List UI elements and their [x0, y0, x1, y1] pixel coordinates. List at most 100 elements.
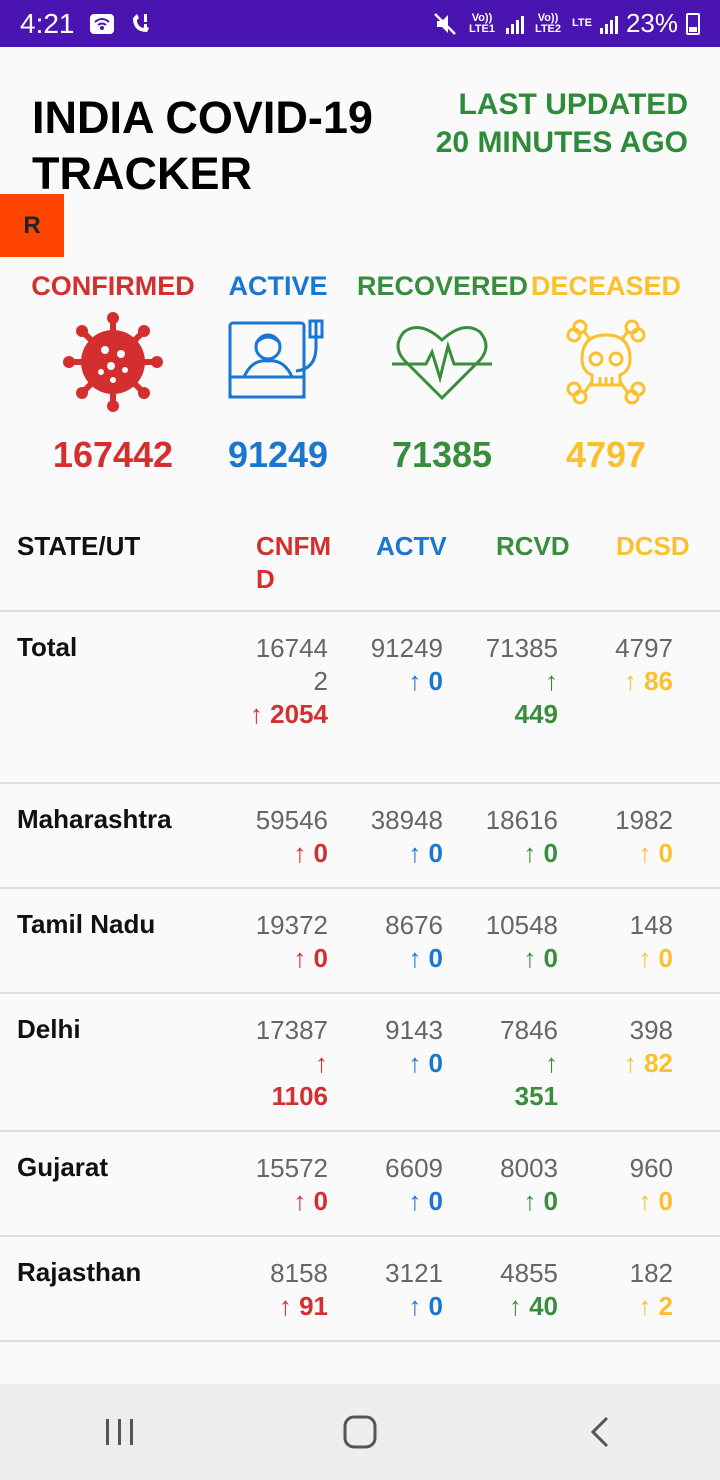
recents-icon	[106, 1419, 133, 1445]
confirmed-delta: ↑ 0	[293, 1186, 328, 1216]
home-button[interactable]	[320, 1402, 400, 1462]
confirmed-count: 19372	[255, 910, 328, 940]
skull-icon	[521, 312, 691, 412]
active-card: ACTIVE 91249	[193, 268, 363, 476]
recovered-label: RECOVERED	[357, 271, 529, 301]
confirmed-delta: ↑ 1106	[271, 1048, 328, 1111]
summary-section: CONFIRMED 167442 ACTIVE 91249 RECOVERED …	[0, 268, 720, 478]
active-delta: ↑ 0	[408, 1291, 443, 1321]
active-count: 9143	[385, 1015, 443, 1045]
recovered-cell: 8003 ↑ 0	[470, 1152, 558, 1218]
active-label: ACTIVE	[228, 271, 328, 301]
header-deceased: DCSD	[616, 531, 690, 561]
page-title: INDIA COVID-19 TRACKER	[32, 92, 373, 199]
confirmed-delta: ↑ 0	[293, 943, 328, 973]
table-row[interactable]: Delhi 17387 ↑ 1106 9143 ↑ 0 7846 ↑ 351 3…	[0, 994, 720, 1132]
state-table: Total 167442 ↑ 2054 91249 ↑ 0 71385 ↑ 44…	[0, 612, 720, 1342]
deceased-value: 4797	[565, 434, 647, 475]
heartbeat-icon	[357, 312, 527, 412]
active-count: 6609	[385, 1153, 443, 1183]
active-delta: ↑ 0	[408, 1186, 443, 1216]
confirmed-card: CONFIRMED 167442	[28, 268, 198, 476]
table-row[interactable]: Rajasthan 8158 ↑ 91 3121 ↑ 0 4855 ↑ 40 1…	[0, 1237, 720, 1342]
recovered-delta: ↑ 40	[508, 1291, 558, 1321]
hospital-bed-icon	[193, 312, 363, 412]
deceased-count: 398	[629, 1015, 673, 1045]
confirmed-label: CONFIRMED	[31, 271, 195, 301]
sim2-label: Vo)) LTE2	[534, 11, 562, 35]
active-delta: ↑ 0	[408, 1048, 443, 1078]
battery-percent: 23%	[625, 8, 678, 38]
active-cell: 91249 ↑ 0	[360, 632, 443, 698]
recovered-count: 8003	[500, 1153, 558, 1183]
deceased-delta: ↑ 86	[623, 666, 673, 696]
active-value: 91249	[227, 434, 329, 475]
active-cell: 38948 ↑ 0	[360, 804, 443, 870]
wifi-calling-icon	[89, 13, 115, 35]
status-time: 4:21	[20, 7, 75, 39]
confirmed-delta: ↑ 0	[293, 838, 328, 868]
recovered-cell: 7846 ↑ 351	[470, 1014, 558, 1113]
recovered-count: 18616	[485, 805, 558, 835]
recovered-cell: 18616 ↑ 0	[470, 804, 558, 870]
confirmed-cell: 17387 ↑ 1106	[246, 1014, 328, 1113]
header-active: ACTV	[376, 531, 447, 561]
deceased-delta: ↑ 0	[638, 1186, 673, 1216]
deceased-delta: ↑ 0	[638, 943, 673, 973]
state-name: Gujarat	[17, 1152, 109, 1182]
deceased-cell: 1982 ↑ 0	[590, 804, 673, 870]
confirmed-count: 167442	[255, 633, 328, 696]
recovered-cell: 10548 ↑ 0	[470, 909, 558, 975]
table-row[interactable]: Tamil Nadu 19372 ↑ 0 8676 ↑ 0 10548 ↑ 0 …	[0, 889, 720, 994]
confirmed-delta: ↑ 2054	[249, 699, 328, 729]
deceased-delta: ↑ 82	[623, 1048, 673, 1078]
active-count: 3121	[385, 1258, 443, 1288]
deceased-delta: ↑ 2	[638, 1291, 673, 1321]
recents-button[interactable]	[80, 1402, 160, 1462]
confirmed-value: 167442	[52, 434, 174, 475]
deceased-cell: 4797 ↑ 86	[590, 632, 673, 698]
mute-icon	[432, 11, 458, 37]
status-bar: 4:21 Vo)) LTE1 Vo)) LTE2 LTE 23%	[0, 0, 720, 47]
active-cell: 6609 ↑ 0	[360, 1152, 443, 1218]
home-icon	[343, 1415, 377, 1449]
back-button[interactable]	[560, 1402, 640, 1462]
active-cell: 8676 ↑ 0	[360, 909, 443, 975]
confirmed-cell: 8158 ↑ 91	[246, 1257, 328, 1323]
recovered-count: 71385	[485, 633, 558, 663]
system-nav-bar	[0, 1384, 720, 1480]
confirmed-cell: 59546 ↑ 0	[246, 804, 328, 870]
confirmed-count: 15572	[255, 1153, 328, 1183]
lte-label: LTE	[571, 17, 592, 29]
recovered-delta: ↑ 449	[514, 666, 558, 729]
recovered-cell: 4855 ↑ 40	[470, 1257, 558, 1323]
state-name: Rajasthan	[17, 1257, 142, 1287]
signal-icon	[599, 14, 618, 34]
table-row[interactable]: Gujarat 15572 ↑ 0 6609 ↑ 0 8003 ↑ 0 960 …	[0, 1132, 720, 1237]
refresh-button[interactable]: R	[0, 194, 64, 257]
virus-icon	[28, 312, 198, 412]
battery-icon	[686, 12, 700, 35]
active-cell: 9143 ↑ 0	[360, 1014, 443, 1080]
missed-call-icon	[129, 12, 153, 36]
active-count: 91249	[370, 633, 443, 663]
active-count: 38948	[370, 805, 443, 835]
header-recovered: RCVD	[496, 531, 570, 561]
signal-icon	[505, 14, 524, 34]
last-updated-text: LAST UPDATED 20 MINUTES AGO	[435, 88, 688, 159]
recovered-count: 7846	[500, 1015, 558, 1045]
recovered-value: 71385	[391, 434, 493, 475]
recovered-delta: ↑ 351	[514, 1048, 558, 1111]
table-row[interactable]: Total 167442 ↑ 2054 91249 ↑ 0 71385 ↑ 44…	[0, 612, 720, 784]
deceased-count: 960	[629, 1153, 673, 1183]
recovered-count: 4855	[500, 1258, 558, 1288]
deceased-count: 148	[629, 910, 673, 940]
deceased-count: 182	[629, 1258, 673, 1288]
confirmed-count: 8158	[270, 1258, 328, 1288]
deceased-delta: ↑ 0	[638, 838, 673, 868]
table-row[interactable]: Maharashtra 59546 ↑ 0 38948 ↑ 0 18616 ↑ …	[0, 784, 720, 889]
deceased-cell: 960 ↑ 0	[590, 1152, 673, 1218]
deceased-cell: 148 ↑ 0	[590, 909, 673, 975]
sim1-label: Vo)) LTE1	[468, 11, 496, 35]
active-count: 8676	[385, 910, 443, 940]
